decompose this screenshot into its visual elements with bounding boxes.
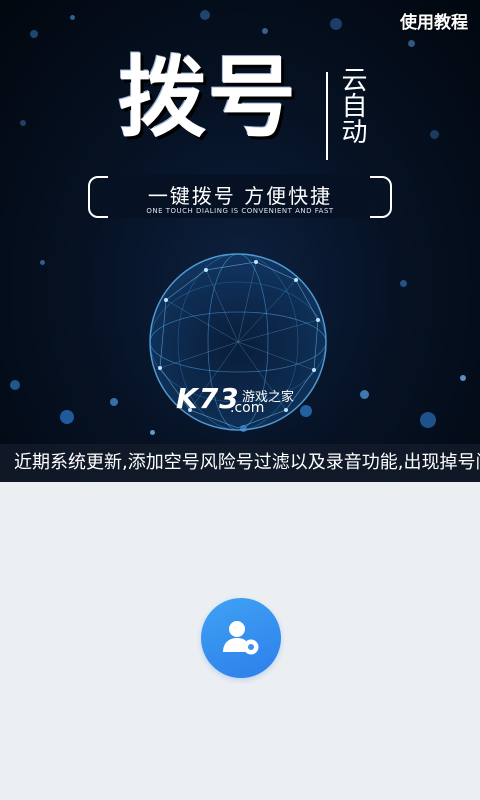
bokeh-dot bbox=[460, 375, 466, 381]
bokeh-dot bbox=[20, 120, 26, 126]
banner-side-title: 云自动 bbox=[337, 66, 367, 144]
bokeh-dot bbox=[30, 30, 38, 38]
bokeh-dot bbox=[262, 28, 268, 34]
bokeh-dot bbox=[10, 380, 20, 390]
notice-marquee: 近期系统更新,添加空号风险号过滤以及录音功能,出现掉号问 bbox=[0, 444, 480, 482]
banner-slogan: 一键拨号 方便快捷 bbox=[147, 184, 333, 208]
bokeh-dot bbox=[430, 130, 439, 139]
bokeh-dot bbox=[200, 10, 210, 20]
bokeh-dot bbox=[110, 398, 118, 406]
bokeh-dot bbox=[60, 410, 74, 424]
watermark-domain: .com bbox=[230, 400, 265, 416]
bokeh-dot bbox=[400, 280, 407, 287]
banner-slogan-english: ONE TOUCH DIALING IS CONVENIENT AND FAST bbox=[146, 207, 334, 215]
bokeh-dot bbox=[330, 18, 342, 30]
banner-headline: 拨号 bbox=[118, 46, 299, 149]
bokeh-dot bbox=[420, 412, 436, 428]
tutorial-link[interactable]: 使用教程 bbox=[400, 8, 468, 33]
bokeh-dot bbox=[70, 15, 75, 20]
k73-watermark: K73 游戏之家 .com bbox=[176, 382, 294, 416]
headline-divider bbox=[326, 72, 328, 160]
bokeh-dot bbox=[40, 260, 45, 265]
promo-banner: 使用教程 拨号 云自动 一键拨号 方便快捷 ONE TOUCH DIALING … bbox=[0, 0, 480, 482]
notice-text: 近期系统更新,添加空号风险号过滤以及录音功能,出现掉号问 bbox=[14, 452, 480, 473]
bokeh-dot bbox=[408, 40, 415, 47]
user-settings-icon bbox=[223, 621, 259, 655]
user-settings-button[interactable] bbox=[201, 598, 281, 678]
bokeh-dot bbox=[360, 390, 369, 399]
